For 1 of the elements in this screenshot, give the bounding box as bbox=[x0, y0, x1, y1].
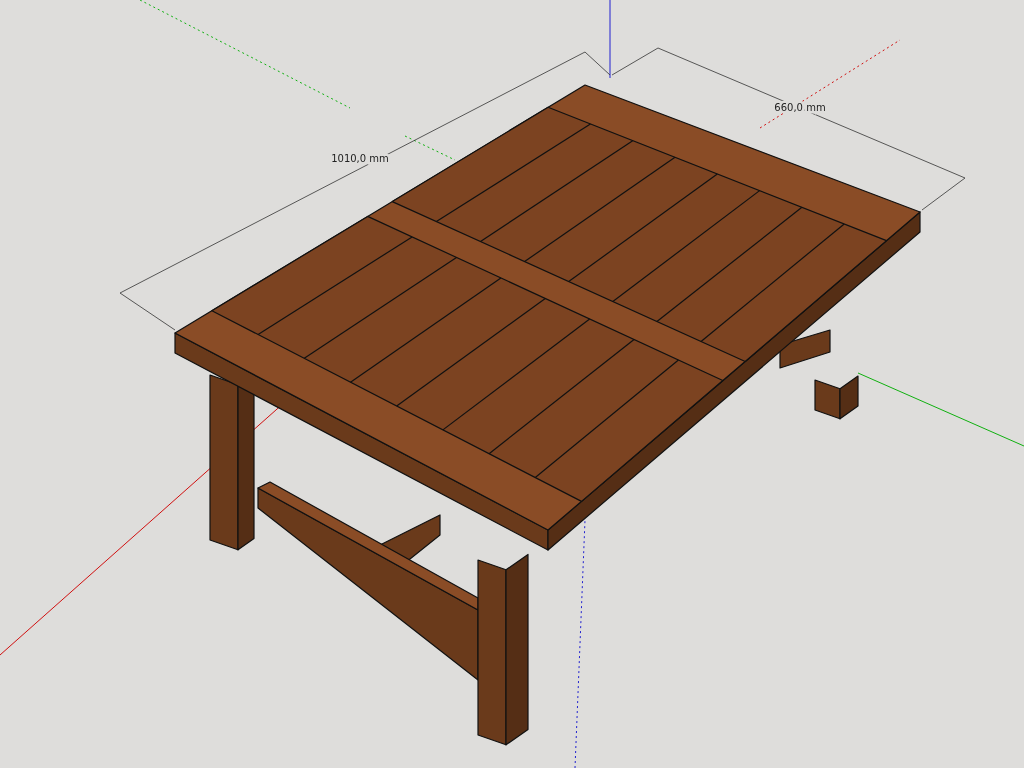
dimension-label: 660,0 mm bbox=[774, 102, 826, 113]
